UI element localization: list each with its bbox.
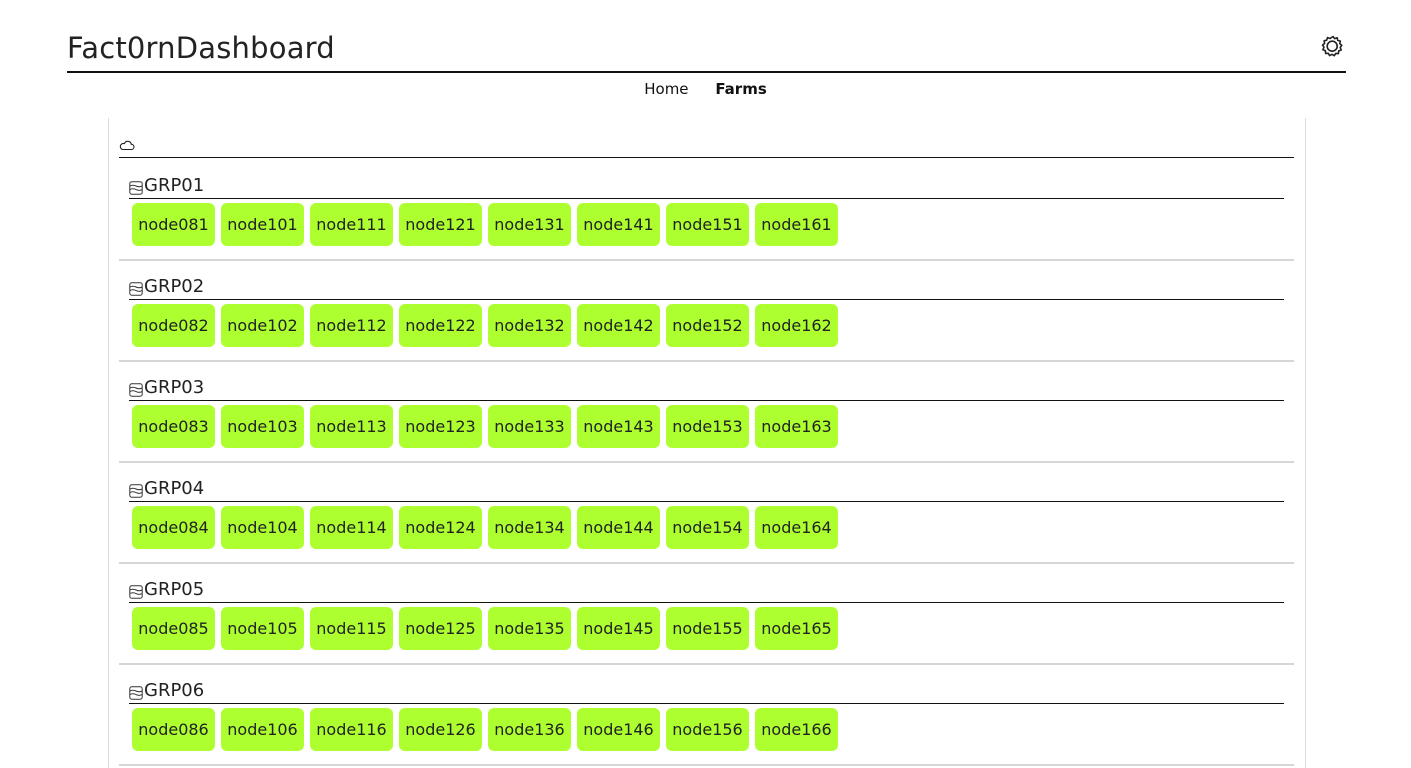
node-list: node081 node101 node111 node121 node131 node1… <box>132 203 838 246</box>
group-header: GRP06 <box>129 678 1284 704</box>
node-button[interactable]: node102 <box>221 304 304 347</box>
group-card-grp05: GRP05 node085 node105 node115 node125 node13… <box>119 565 1294 665</box>
node-button[interactable]: node161 <box>755 203 838 246</box>
farms-panel: GRP01 node081 node101 node111 node121 node13… <box>108 118 1306 768</box>
server-stack-icon <box>129 684 143 700</box>
node-button[interactable]: node141 <box>577 203 660 246</box>
node-button[interactable]: node112 <box>310 304 393 347</box>
node-list: node085 node105 node115 node125 node135 node1… <box>132 607 838 650</box>
node-button[interactable]: node083 <box>132 405 215 448</box>
group-header: GRP03 <box>129 375 1284 401</box>
group-card-grp04: GRP04 node084 node104 node114 node124 node13… <box>119 464 1294 564</box>
server-stack-icon <box>129 381 143 397</box>
group-card-grp03: GRP03 node083 node103 node113 node123 node13… <box>119 363 1294 463</box>
node-button[interactable]: node156 <box>666 708 749 751</box>
group-card-grp06: GRP06 node086 node106 node116 node126 node13… <box>119 666 1294 766</box>
node-button[interactable]: node115 <box>310 607 393 650</box>
node-button[interactable]: node143 <box>577 405 660 448</box>
node-button[interactable]: node123 <box>399 405 482 448</box>
node-button[interactable]: node132 <box>488 304 571 347</box>
group-name: GRP04 <box>144 478 205 499</box>
node-button[interactable]: node101 <box>221 203 304 246</box>
app-title: Fact0rnDashboard <box>67 31 335 65</box>
cloud-icon <box>119 136 135 151</box>
group-name: GRP06 <box>144 680 205 701</box>
node-button[interactable]: node146 <box>577 708 660 751</box>
node-button[interactable]: node144 <box>577 506 660 549</box>
nav-farms[interactable]: Farms <box>715 80 766 98</box>
group-name: GRP03 <box>144 377 205 398</box>
group-header: GRP04 <box>129 476 1284 502</box>
node-button[interactable]: node116 <box>310 708 393 751</box>
node-button[interactable]: node122 <box>399 304 482 347</box>
node-button[interactable]: node136 <box>488 708 571 751</box>
node-button[interactable]: node164 <box>755 506 838 549</box>
node-button[interactable]: node113 <box>310 405 393 448</box>
group-name: GRP05 <box>144 579 205 600</box>
node-button[interactable]: node121 <box>399 203 482 246</box>
group-header: GRP05 <box>129 577 1284 603</box>
node-list: node083 node103 node113 node123 node133 node1… <box>132 405 838 448</box>
group-name: GRP02 <box>144 276 205 297</box>
node-button[interactable]: node126 <box>399 708 482 751</box>
server-stack-icon <box>129 280 143 296</box>
node-button[interactable]: node114 <box>310 506 393 549</box>
node-button[interactable]: node085 <box>132 607 215 650</box>
group-card-grp01: GRP01 node081 node101 node111 node121 node13… <box>119 161 1294 261</box>
node-button[interactable]: node104 <box>221 506 304 549</box>
group-name: GRP01 <box>144 175 205 196</box>
node-button[interactable]: node084 <box>132 506 215 549</box>
node-button[interactable]: node106 <box>221 708 304 751</box>
node-button[interactable]: node124 <box>399 506 482 549</box>
node-button[interactable]: node081 <box>132 203 215 246</box>
node-button[interactable]: node125 <box>399 607 482 650</box>
node-button[interactable]: node152 <box>666 304 749 347</box>
nav-home[interactable]: Home <box>644 80 688 98</box>
node-button[interactable]: node103 <box>221 405 304 448</box>
node-button[interactable]: node105 <box>221 607 304 650</box>
node-button[interactable]: node162 <box>755 304 838 347</box>
node-button[interactable]: node086 <box>132 708 215 751</box>
node-button[interactable]: node145 <box>577 607 660 650</box>
node-button[interactable]: node111 <box>310 203 393 246</box>
node-button[interactable]: node135 <box>488 607 571 650</box>
server-stack-icon <box>129 179 143 195</box>
group-card-grp02: GRP02 node082 node102 node112 node122 node13… <box>119 262 1294 362</box>
node-button[interactable]: node142 <box>577 304 660 347</box>
node-list: node086 node106 node116 node126 node136 node1… <box>132 708 838 751</box>
server-stack-icon <box>129 482 143 498</box>
server-stack-icon <box>129 583 143 599</box>
node-button[interactable]: node131 <box>488 203 571 246</box>
group-list: GRP01 node081 node101 node111 node121 node13… <box>119 161 1294 767</box>
node-button[interactable]: node133 <box>488 405 571 448</box>
node-button[interactable]: node155 <box>666 607 749 650</box>
group-header: GRP02 <box>129 274 1284 300</box>
node-button[interactable]: node082 <box>132 304 215 347</box>
farm-header <box>119 134 1294 158</box>
app-header: Fact0rnDashboard <box>67 28 1346 73</box>
node-button[interactable]: node134 <box>488 506 571 549</box>
node-button[interactable]: node154 <box>666 506 749 549</box>
node-button[interactable]: node153 <box>666 405 749 448</box>
gear-icon[interactable] <box>1321 34 1345 58</box>
node-button[interactable]: node151 <box>666 203 749 246</box>
node-list: node082 node102 node112 node122 node132 node1… <box>132 304 838 347</box>
node-button[interactable]: node165 <box>755 607 838 650</box>
node-button[interactable]: node166 <box>755 708 838 751</box>
node-list: node084 node104 node114 node124 node134 node1… <box>132 506 838 549</box>
main-nav: Home Farms <box>0 80 1411 98</box>
node-button[interactable]: node163 <box>755 405 838 448</box>
group-header: GRP01 <box>129 173 1284 199</box>
